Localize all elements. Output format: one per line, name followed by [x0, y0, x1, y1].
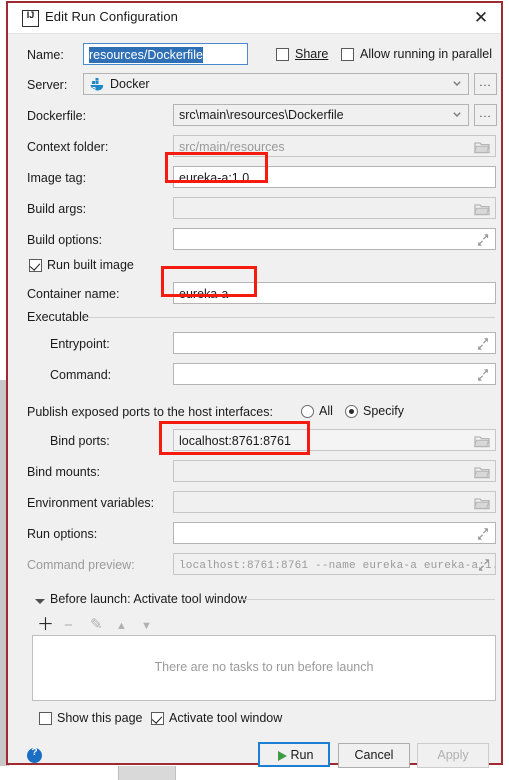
activate-tool-window-checkbox[interactable]	[151, 712, 164, 725]
command-preview-input: localhost:8761:8761 --name eureka-a eure…	[173, 553, 496, 575]
entrypoint-label: Entrypoint:	[50, 337, 110, 351]
expand-icon[interactable]	[475, 233, 491, 247]
name-input-value: resources/Dockerfile	[89, 47, 203, 63]
apply-button: Apply	[417, 743, 489, 768]
run-built-image-label: Run built image	[47, 258, 134, 272]
command-input[interactable]	[173, 363, 496, 385]
entrypoint-input[interactable]	[173, 332, 496, 354]
screenshot-root: Edit Run Configuration ✕ Name: resources…	[0, 0, 509, 780]
run-button[interactable]: Run	[258, 742, 330, 767]
build-options-input[interactable]	[173, 228, 496, 250]
annotation-container-name	[161, 266, 257, 297]
name-label: Name:	[27, 48, 64, 62]
context-folder-label: Context folder:	[27, 140, 109, 154]
ports-radio-all-label: All	[319, 404, 333, 418]
cancel-button[interactable]: Cancel	[338, 743, 410, 768]
build-args-input[interactable]	[173, 197, 496, 219]
show-this-page-label: Show this page	[57, 711, 143, 725]
folder-icon[interactable]	[474, 496, 490, 510]
intellij-idea-icon	[22, 10, 39, 27]
play-icon	[278, 751, 287, 761]
show-this-page-checkbox[interactable]	[39, 712, 52, 725]
folder-icon[interactable]	[474, 202, 490, 216]
background-tab	[118, 766, 176, 780]
dialog-titlebar: Edit Run Configuration ✕	[8, 3, 501, 34]
dockerfile-combobox[interactable]: src\main\resources\Dockerfile	[173, 104, 469, 126]
command-preview-value: localhost:8761:8761 --name eureka-a eure…	[179, 560, 496, 572]
annotation-image-tag	[165, 152, 268, 183]
chevron-down-icon	[453, 81, 461, 86]
before-launch-task-list[interactable]: There are no tasks to run before launch	[32, 635, 496, 701]
bind-ports-label: Bind ports:	[50, 434, 110, 448]
dockerfile-label: Dockerfile:	[27, 109, 87, 123]
dockerfile-browse-button[interactable]: ...	[474, 104, 497, 126]
environment-variables-input[interactable]	[173, 491, 496, 513]
edit-task-icon: ✎	[90, 616, 103, 633]
run-built-image-checkbox[interactable]	[29, 259, 42, 272]
server-combobox-value: Docker	[110, 77, 150, 91]
name-input[interactable]: resources/Dockerfile	[83, 43, 248, 65]
remove-task-icon: −	[64, 617, 73, 634]
dialog-title: Edit Run Configuration	[45, 9, 178, 24]
container-name-label: Container name:	[27, 287, 120, 301]
move-down-icon: ▼	[141, 620, 152, 632]
server-browse-button[interactable]: ...	[474, 73, 497, 95]
add-task-icon[interactable]: ＋	[37, 616, 54, 633]
ports-radio-specify[interactable]	[345, 405, 358, 418]
docker-whale-icon	[90, 78, 104, 91]
dockerfile-combobox-value: src\main\resources\Dockerfile	[179, 108, 344, 122]
command-preview-label: Command preview:	[27, 558, 135, 572]
chevron-down-icon	[453, 112, 461, 117]
ports-radio-specify-label: Specify	[363, 404, 404, 418]
bind-mounts-input[interactable]	[173, 460, 496, 482]
server-label: Server:	[27, 78, 68, 92]
expand-icon[interactable]	[475, 368, 491, 382]
folder-icon[interactable]	[474, 140, 490, 154]
publish-ports-label: Publish exposed ports to the host interf…	[27, 405, 273, 419]
dialog-body: Name: resources/Dockerfile Share Allow r…	[8, 34, 501, 768]
build-args-label: Build args:	[27, 202, 87, 216]
help-icon[interactable]	[27, 747, 42, 763]
server-combobox[interactable]: Docker	[83, 73, 469, 95]
environment-variables-label: Environment variables:	[27, 496, 155, 510]
before-launch-divider	[239, 599, 495, 600]
allow-parallel-label: Allow running in parallel	[360, 47, 493, 61]
run-options-input[interactable]	[173, 522, 496, 544]
expand-icon[interactable]	[475, 527, 491, 541]
command-label: Command:	[50, 368, 112, 382]
run-options-label: Run options:	[27, 527, 98, 541]
folder-icon[interactable]	[474, 465, 490, 479]
empty-task-message: There are no tasks to run before launch	[154, 660, 374, 674]
expand-icon[interactable]	[476, 558, 492, 572]
build-options-label: Build options:	[27, 233, 103, 247]
collapse-triangle-icon[interactable]	[35, 599, 45, 604]
bind-mounts-label: Bind mounts:	[27, 465, 100, 479]
ports-radio-all[interactable]	[301, 405, 314, 418]
before-launch-title: Before launch: Activate tool window	[50, 592, 253, 606]
move-up-icon: ▲	[116, 620, 127, 632]
image-tag-label: Image tag:	[27, 171, 87, 185]
close-icon[interactable]: ✕	[470, 7, 492, 29]
background-panel-bottom	[0, 766, 509, 780]
edit-run-configuration-dialog: Edit Run Configuration ✕ Name: resources…	[6, 1, 503, 768]
allow-parallel-checkbox[interactable]	[341, 48, 354, 61]
share-label: Share	[295, 47, 329, 61]
share-checkbox[interactable]	[276, 48, 289, 61]
executable-group-divider	[85, 317, 495, 318]
activate-tool-window-label: Activate tool window	[169, 711, 283, 725]
folder-icon[interactable]	[474, 434, 490, 448]
run-button-label: Run	[290, 748, 314, 762]
annotation-bind-ports	[159, 421, 310, 455]
expand-icon[interactable]	[475, 337, 491, 351]
